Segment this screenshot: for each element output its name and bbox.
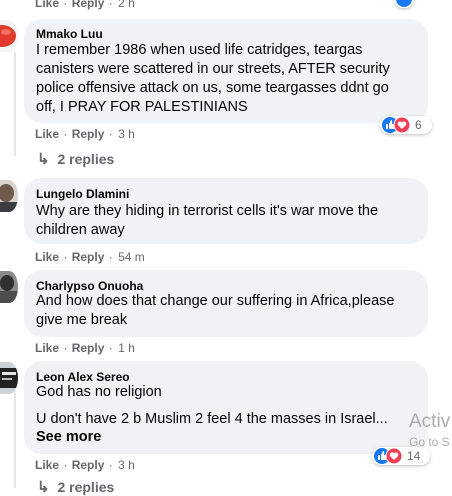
activation-watermark: Activ Go to S: [409, 411, 452, 455]
comment-time[interactable]: 2 h: [118, 0, 135, 10]
view-replies-link[interactable]: ↳ 2 replies: [37, 478, 114, 496]
comment-text: U don't have 2 b Muslim 2 feel 4 the mas…: [36, 411, 388, 427]
comment-time[interactable]: 1 h: [118, 341, 135, 355]
reply-link[interactable]: Reply: [72, 127, 105, 141]
like-link[interactable]: Like: [35, 0, 59, 10]
comment-text: I remember 1986 when used life catridges…: [36, 42, 363, 58]
comment-time[interactable]: 3 h: [118, 127, 135, 141]
comment-text: children away: [36, 222, 125, 238]
reply-link[interactable]: Reply: [72, 458, 105, 472]
avatar[interactable]: [0, 362, 18, 394]
comment-text: canisters were scattered in our streets,…: [36, 61, 390, 77]
reaction-badge[interactable]: 6: [380, 116, 432, 134]
replies-label: 2 replies: [57, 151, 115, 167]
reply-link[interactable]: Reply: [72, 0, 105, 10]
comment-text: police offensive attack on us, some tear…: [36, 80, 389, 96]
comment-bubble: Charlypso Onuoha And how does that chang…: [24, 270, 428, 337]
comment-bubble: Mmako Luu I remember 1986 when used life…: [24, 19, 428, 123]
avatar[interactable]: [0, 180, 18, 212]
commenter-name[interactable]: Charlypso Onuoha: [36, 279, 143, 293]
reaction-count: 6: [415, 118, 422, 132]
comment-actions: Like · Reply · 1 h: [35, 341, 135, 355]
comment-text: And how does that change our suffering i…: [36, 293, 395, 309]
commenter-name[interactable]: Leon Alex Sereo: [36, 370, 130, 384]
avatar-image: [0, 20, 18, 52]
comment-actions: Like · Reply · 54 m: [35, 250, 145, 264]
comment-bubble: Lungelo Dlamini Why are they hiding in t…: [24, 178, 428, 244]
comment-time[interactable]: 3 h: [118, 458, 135, 472]
thread-line: [14, 390, 16, 488]
like-link[interactable]: Like: [35, 127, 59, 141]
reply-arrow-icon: ↳: [37, 151, 50, 168]
comment-text: Why are they hiding in terrorist cells i…: [36, 203, 379, 219]
commenter-name[interactable]: Lungelo Dlamini: [36, 187, 129, 201]
comment-actions: Like · Reply · 3 h: [35, 127, 135, 141]
comment-text: God has no religion: [36, 384, 162, 400]
like-reaction-icon: [396, 0, 412, 7]
avatar-image: [0, 362, 18, 394]
love-reaction-icon: [385, 447, 403, 465]
comment-actions: Like · Reply · 2 h: [35, 0, 136, 10]
like-link[interactable]: Like: [35, 341, 59, 355]
avatar-image: [0, 180, 18, 212]
comment-bubble: Leon Alex Sereo God has no religion U do…: [24, 361, 428, 454]
see-more-link[interactable]: See more: [36, 429, 101, 445]
comment-actions: Like · Reply · 3 h: [35, 458, 135, 472]
comment-time[interactable]: 54 m: [118, 250, 145, 264]
comment-text: off, I PRAY FOR PALESTINIANS: [36, 99, 248, 115]
love-reaction-icon: [393, 116, 411, 134]
reply-link[interactable]: Reply: [72, 250, 105, 264]
watermark-subtitle: Go to S: [409, 435, 450, 449]
replies-label: 2 replies: [57, 479, 115, 495]
like-link[interactable]: Like: [35, 250, 59, 264]
reply-link[interactable]: Reply: [72, 341, 105, 355]
reaction-badge[interactable]: [394, 0, 414, 8]
avatar[interactable]: [0, 271, 18, 303]
view-replies-link[interactable]: ↳ 2 replies: [37, 150, 114, 168]
like-link[interactable]: Like: [35, 458, 59, 472]
watermark-title: Activ: [409, 411, 451, 432]
commenter-name[interactable]: Mmako Luu: [36, 27, 103, 41]
comment-text: give me break: [36, 312, 128, 328]
thread-line: [14, 52, 16, 156]
avatar-image: [0, 271, 18, 303]
avatar[interactable]: [0, 20, 18, 52]
